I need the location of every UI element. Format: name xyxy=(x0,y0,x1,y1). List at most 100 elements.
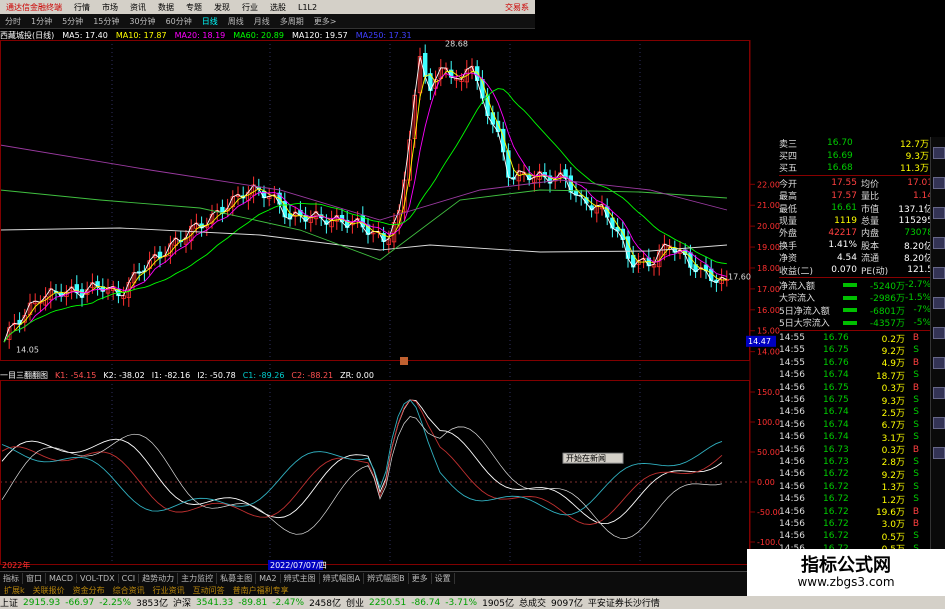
indicator-tab[interactable]: VOL-TDX xyxy=(77,573,119,583)
period-tab[interactable]: 30分钟 xyxy=(124,16,160,27)
period-tab-daily[interactable]: 日线 xyxy=(197,16,223,27)
stat-row: 最高 17.57 量比 1.14 xyxy=(779,190,945,203)
status-item: 创业 xyxy=(346,599,365,609)
status-item: -89.81 xyxy=(238,597,268,608)
price-axis-label: 15.00 xyxy=(757,327,780,336)
toolbar-icon[interactable] xyxy=(933,327,945,339)
flow-value: -4357万 xyxy=(869,319,905,330)
toolbar-icon[interactable] xyxy=(933,207,945,219)
stat-row: 净资 4.54 流通 8.20亿 xyxy=(779,252,945,265)
stat-value: 42217 xyxy=(828,227,857,238)
indicator-tab[interactable]: 更多 xyxy=(409,572,432,584)
indicator-tab[interactable]: 设置 xyxy=(432,572,455,584)
watermark-logo: 指标公式网 www.zbgs3.com xyxy=(747,549,945,596)
period-tab[interactable]: 15分钟 xyxy=(88,16,124,27)
indicator-tab[interactable]: 私募主图 xyxy=(217,572,257,584)
period-tab[interactable]: 更多> xyxy=(309,16,342,27)
order-book-row[interactable]: 买四 16.69 9.3万 xyxy=(779,149,945,163)
menu-item[interactable]: 行情 xyxy=(68,2,96,13)
stat-label: 外盘 xyxy=(779,229,798,240)
toolbar-icon[interactable] xyxy=(933,417,945,429)
indicator-tab[interactable]: 辨式幅图A xyxy=(320,572,365,584)
menu-item[interactable]: 发现 xyxy=(208,2,236,13)
last-price-marker: 17.60 xyxy=(728,272,751,281)
tick-price: 16.74 xyxy=(823,370,849,381)
period-tab[interactable]: 月线 xyxy=(249,16,275,27)
toolbar-icon[interactable] xyxy=(933,237,945,249)
stat-row: 收益(二) 0.070 PE(动) 121.5 xyxy=(779,264,945,277)
menu-item[interactable]: 选股 xyxy=(264,2,292,13)
chart-area[interactable]: 22.00 21.00 20.00 19.00 18.00 17.00 16.00 15.00… xyxy=(0,40,780,571)
stat-label: 总量 xyxy=(861,217,880,228)
indicator-tab[interactable]: MACD xyxy=(46,573,77,583)
period-tab[interactable]: 多周期 xyxy=(275,16,309,27)
info-tab[interactable]: 普南户福利专享 xyxy=(229,585,293,596)
period-tab[interactable]: 1分钟 xyxy=(26,16,57,27)
menu-item[interactable]: L1L2 xyxy=(292,3,323,12)
info-tab[interactable]: 综合资讯 xyxy=(109,585,149,596)
indicator-tab[interactable]: MA2 xyxy=(256,573,281,583)
period-tab[interactable]: 5分钟 xyxy=(57,16,88,27)
info-tab[interactable]: 行业资讯 xyxy=(149,585,189,596)
book-label: 买五 xyxy=(779,164,798,175)
fund-flow-row: 5日净流入额 -6801万 -7% xyxy=(779,304,945,317)
indicator-tab[interactable]: 主力监控 xyxy=(178,572,218,584)
tick-price: 16.75 xyxy=(823,395,849,405)
indicator-tab[interactable]: 趋势动力 xyxy=(139,572,179,584)
tick-row: 14:56 16.72 19.6万 B xyxy=(779,505,945,519)
flow-value: -2986万 xyxy=(869,294,905,305)
menu-item[interactable]: 专题 xyxy=(180,2,208,13)
indicator-tab[interactable]: 辨式主图 xyxy=(281,572,320,584)
indicator-tab[interactable]: 窗口 xyxy=(23,572,46,584)
tick-time: 14:56 xyxy=(779,432,805,443)
toolbar-icon[interactable] xyxy=(933,267,945,279)
tick-side: S xyxy=(913,494,919,505)
quote-panel: 卖三 16.70 12.7万 买四 16.69 9.3万 买五 16.68 11.3万 今开 17.… xyxy=(779,137,945,571)
app-title: 通达信金融终端 xyxy=(6,2,62,12)
tick-volume: 9.2万 xyxy=(881,346,905,357)
info-tabs: 扩展k 关联报价 资金分布 综合资讯 行业资讯 互动问答 普南户福利专享 xyxy=(0,584,760,596)
menu-item[interactable]: 数据 xyxy=(152,2,180,13)
book-price: 16.70 xyxy=(827,138,853,149)
flow-label: 5日净流入额 xyxy=(779,306,830,317)
menu-item[interactable]: 资讯 xyxy=(124,2,152,13)
tick-price: 16.75 xyxy=(823,345,849,356)
tick-volume: 9.2万 xyxy=(881,470,905,481)
tick-row: 14:55 16.75 9.2万 S xyxy=(779,344,945,357)
tick-side: B xyxy=(912,382,919,393)
stat-row: 今开 17.55 均价 17.01 xyxy=(779,177,945,190)
info-tab[interactable]: 互动问答 xyxy=(189,585,229,596)
toolbar-icon[interactable] xyxy=(933,357,945,369)
tick-price: 16.72 xyxy=(823,506,849,517)
stat-label: 内盘 xyxy=(861,229,880,240)
indicator-tab[interactable]: 辨式幅图B xyxy=(364,572,409,584)
period-tab[interactable]: 周线 xyxy=(223,16,249,27)
toolbar-icon[interactable] xyxy=(933,297,945,309)
indicator-axis-label: -50.00 xyxy=(757,508,780,517)
info-tab[interactable]: 扩展k xyxy=(0,585,29,596)
menu-item[interactable]: 行业 xyxy=(236,2,264,13)
tick-price: 16.73 xyxy=(823,444,849,455)
fund-flow-row: 大宗流入 -2986万 -1.5% xyxy=(779,292,945,305)
toolbar-icon[interactable] xyxy=(933,387,945,399)
toolbar-icon[interactable] xyxy=(933,447,945,459)
info-tab[interactable]: 关联报价 xyxy=(29,585,69,596)
indicator-axis-label: 50.00 xyxy=(757,448,780,457)
period-tab[interactable]: 分时 xyxy=(0,16,26,27)
status-item: 2250.51 xyxy=(369,597,407,608)
info-tab[interactable]: 资金分布 xyxy=(69,585,109,596)
period-tab[interactable]: 60分钟 xyxy=(161,16,197,27)
menu-item[interactable]: 市场 xyxy=(96,2,124,13)
indicator-legend-item: I1: -82.16 xyxy=(151,370,191,380)
tick-row: 14:56 16.74 18.7万 S xyxy=(779,369,945,382)
toolbar-icon[interactable] xyxy=(933,177,945,189)
price-axis-label: 20.00 xyxy=(757,222,780,231)
trade-menu[interactable]: 交易系 xyxy=(499,2,535,13)
tick-volume: 4.9万 xyxy=(881,359,905,370)
toolbar-icon[interactable] xyxy=(933,147,945,159)
order-book-row[interactable]: 卖三 16.70 12.7万 xyxy=(779,137,945,150)
indicator-tab[interactable]: 指标 xyxy=(0,572,23,584)
stat-label: 量比 xyxy=(861,192,880,203)
indicator-tab[interactable]: CCI xyxy=(119,573,140,583)
order-book-row[interactable]: 买五 16.68 11.3万 xyxy=(779,162,945,175)
